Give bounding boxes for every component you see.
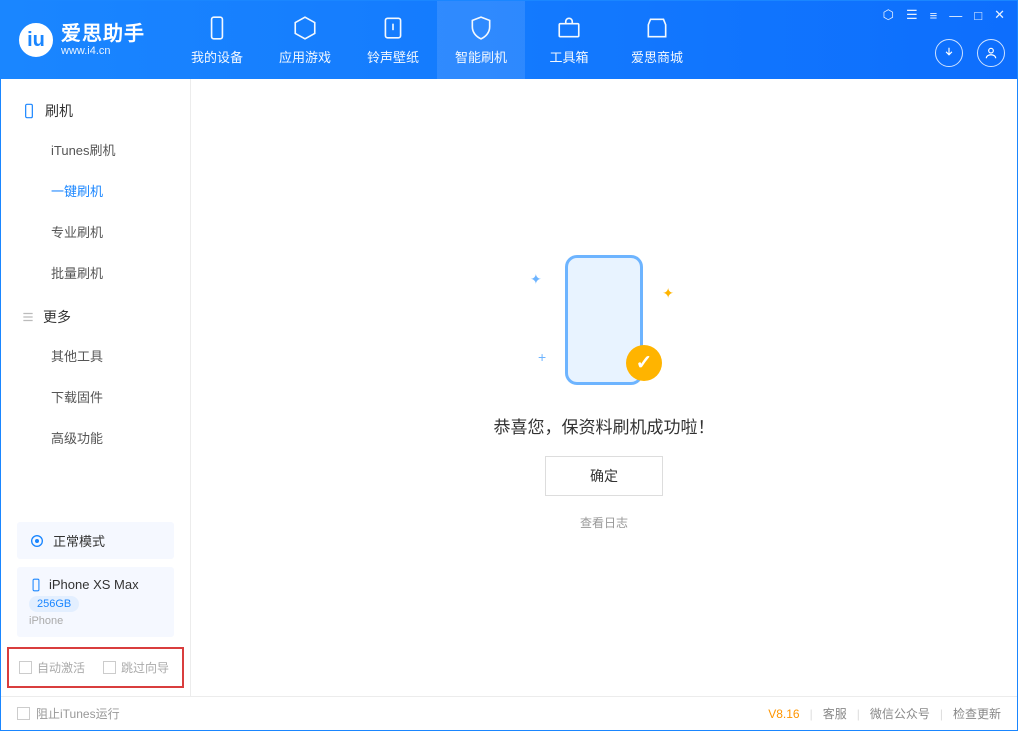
sparkle-icon: ✦ (662, 285, 674, 302)
device-mode-card[interactable]: 正常模式 (17, 522, 174, 559)
cube-icon (291, 14, 319, 42)
menu-icon[interactable]: ≡ (930, 8, 938, 23)
device-info-card[interactable]: iPhone XS Max 256GB iPhone (17, 567, 174, 637)
sidebar-item-batch-flash[interactable]: 批量刷机 (1, 252, 190, 293)
sidebar-item-itunes-flash[interactable]: iTunes刷机 (1, 129, 190, 170)
music-icon (379, 14, 407, 42)
sparkle-icon: ✦ (530, 271, 542, 288)
app-title: 爱思助手 (61, 23, 145, 45)
app-url: www.i4.cn (61, 45, 145, 57)
checkbox-auto-activate[interactable]: 自动激活 (19, 659, 85, 676)
sidebar-item-advanced[interactable]: 高级功能 (1, 417, 190, 458)
sparkle-icon: + (538, 349, 546, 365)
logo-area: iu 爱思助手 www.i4.cn (19, 1, 145, 79)
tab-label: 应用游戏 (279, 47, 331, 66)
tab-label: 爱思商城 (631, 47, 683, 66)
check-badge-icon: ✓ (626, 345, 662, 381)
tab-my-device[interactable]: 我的设备 (173, 1, 261, 79)
checkbox-box-icon (19, 661, 32, 674)
store-icon (643, 14, 671, 42)
phone-icon (29, 578, 43, 592)
checkbox-block-itunes[interactable]: 阻止iTunes运行 (17, 705, 120, 722)
checkbox-label: 阻止iTunes运行 (36, 705, 120, 722)
bottom-options-highlight: 自动激活 跳过向导 (7, 647, 184, 688)
footer-link-wechat[interactable]: 微信公众号 (870, 705, 930, 722)
toolbox-icon (555, 14, 583, 42)
tab-label: 我的设备 (191, 47, 243, 66)
main-content: ✦ ✦ + ✓ 恭喜您，保资料刷机成功啦！ 确定 查看日志 (191, 79, 1017, 696)
tab-label: 工具箱 (549, 47, 588, 66)
tab-label: 智能刷机 (455, 47, 507, 66)
minimize-button[interactable]: — (949, 8, 962, 23)
footer: 阻止iTunes运行 V8.16 | 客服 | 微信公众号 | 检查更新 (1, 696, 1017, 730)
view-log-link[interactable]: 查看日志 (580, 514, 628, 531)
checkbox-skip-guide[interactable]: 跳过向导 (103, 659, 169, 676)
window-controls: ⬡ ☰ ≡ — □ ✕ (883, 7, 1005, 23)
shield-icon (467, 14, 495, 42)
version-label: V8.16 (768, 707, 799, 721)
download-button[interactable] (935, 39, 963, 67)
footer-link-service[interactable]: 客服 (823, 705, 847, 722)
success-message: 恭喜您，保资料刷机成功啦！ (494, 413, 715, 438)
checkbox-box-icon (103, 661, 116, 674)
user-button[interactable] (977, 39, 1005, 67)
top-tabs: 我的设备 应用游戏 铃声壁纸 智能刷机 工具箱 爱思商城 (173, 1, 701, 79)
app-header: iu 爱思助手 www.i4.cn 我的设备 应用游戏 铃声壁纸 智能刷机 工具… (1, 1, 1017, 79)
confirm-button[interactable]: 确定 (545, 456, 663, 496)
device-storage: 256GB (29, 596, 79, 612)
footer-link-update[interactable]: 检查更新 (953, 705, 1001, 722)
section-title: 更多 (43, 307, 71, 327)
maximize-button[interactable]: □ (974, 8, 982, 23)
checkbox-label: 自动激活 (37, 659, 85, 676)
checkbox-label: 跳过向导 (121, 659, 169, 676)
success-illustration: ✦ ✦ + ✓ (524, 245, 684, 395)
mode-icon (29, 533, 45, 549)
tab-ringtone[interactable]: 铃声壁纸 (349, 1, 437, 79)
sidebar-section-flash: 刷机 (1, 93, 190, 129)
device-mode: 正常模式 (53, 531, 105, 550)
sidebar-item-pro-flash[interactable]: 专业刷机 (1, 211, 190, 252)
device-type: iPhone (29, 615, 162, 627)
phone-icon (203, 14, 231, 42)
section-title: 刷机 (45, 101, 73, 121)
tab-label: 铃声壁纸 (367, 47, 419, 66)
sidebar-item-other-tools[interactable]: 其他工具 (1, 335, 190, 376)
device-name-text: iPhone XS Max (49, 577, 139, 592)
sidebar: 刷机 iTunes刷机 一键刷机 专业刷机 批量刷机 更多 其他工具 下载固件 … (1, 79, 191, 696)
sidebar-item-onekey-flash[interactable]: 一键刷机 (1, 170, 190, 211)
tab-store[interactable]: 爱思商城 (613, 1, 701, 79)
checkbox-box-icon (17, 707, 30, 720)
shirt-icon[interactable]: ⬡ (883, 7, 894, 23)
tab-apps[interactable]: 应用游戏 (261, 1, 349, 79)
device-icon (21, 103, 37, 119)
logo-icon: iu (19, 23, 53, 57)
list-icon (21, 310, 35, 324)
close-button[interactable]: ✕ (994, 7, 1005, 23)
sidebar-item-download-firmware[interactable]: 下载固件 (1, 376, 190, 417)
tab-toolbox[interactable]: 工具箱 (525, 1, 613, 79)
list-icon[interactable]: ☰ (906, 7, 918, 23)
sidebar-section-more: 更多 (1, 299, 190, 335)
tab-smart-flash[interactable]: 智能刷机 (437, 1, 525, 79)
